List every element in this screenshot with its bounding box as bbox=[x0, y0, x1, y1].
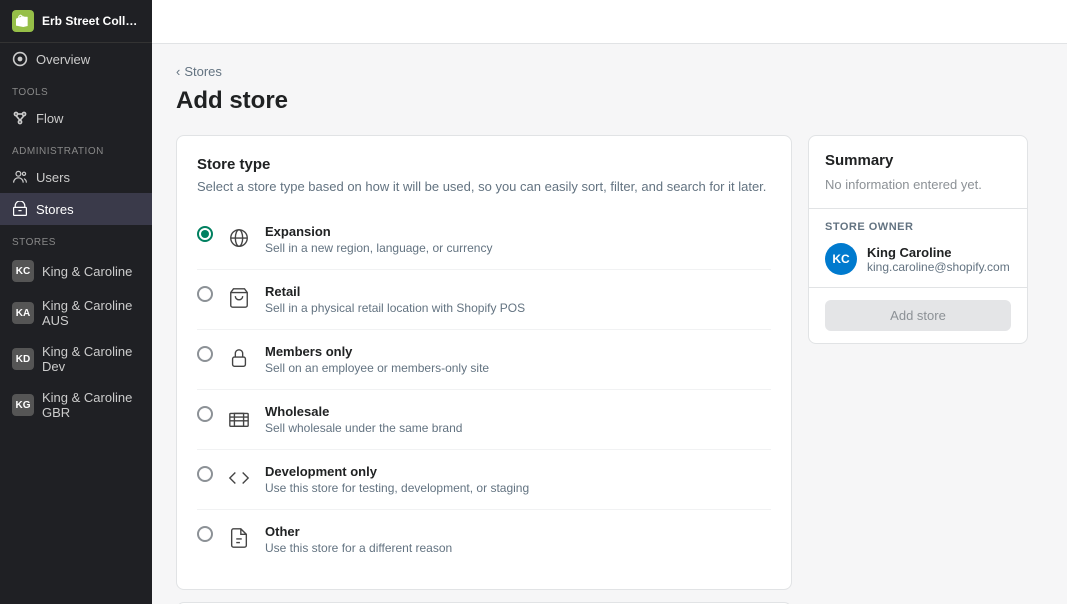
other-title: Other bbox=[265, 524, 771, 539]
summary-card: Summary No information entered yet. STOR… bbox=[808, 135, 1028, 344]
retail-icon bbox=[225, 284, 253, 312]
retail-desc: Sell in a physical retail location with … bbox=[265, 301, 771, 315]
users-label: Users bbox=[36, 170, 70, 185]
option-members[interactable]: Members only Sell on an employee or memb… bbox=[197, 330, 771, 390]
sidebar-item-kg[interactable]: KG King & Caroline GBR bbox=[0, 382, 152, 428]
kg-badge: KG bbox=[12, 394, 34, 416]
radio-expansion[interactable] bbox=[197, 226, 213, 242]
option-wholesale[interactable]: Wholesale Sell wholesale under the same … bbox=[197, 390, 771, 450]
development-content: Development only Use this store for test… bbox=[265, 464, 771, 495]
sidebar-header: Erb Street Collective bbox=[0, 0, 152, 43]
development-title: Development only bbox=[265, 464, 771, 479]
radio-wholesale[interactable] bbox=[197, 406, 213, 422]
members-title: Members only bbox=[265, 344, 771, 359]
top-bar bbox=[152, 0, 1067, 44]
members-icon bbox=[225, 344, 253, 372]
radio-other[interactable] bbox=[197, 526, 213, 542]
admin-section-label: ADMINISTRATION bbox=[0, 138, 152, 161]
sidebar-item-kd[interactable]: KD King & Caroline Dev bbox=[0, 336, 152, 382]
stores-icon bbox=[12, 201, 28, 217]
store-type-title: Store type bbox=[197, 156, 771, 173]
flow-icon bbox=[12, 110, 28, 126]
kd-label: King & Caroline Dev bbox=[42, 344, 140, 374]
flow-label: Flow bbox=[36, 111, 63, 126]
option-retail[interactable]: Retail Sell in a physical retail locatio… bbox=[197, 270, 771, 330]
expansion-icon bbox=[225, 224, 253, 252]
owner-details: King Caroline king.caroline@shopify.com bbox=[867, 245, 1010, 274]
option-development[interactable]: Development only Use this store for test… bbox=[197, 450, 771, 510]
wholesale-title: Wholesale bbox=[265, 404, 771, 419]
sidebar-item-overview[interactable]: Overview bbox=[0, 43, 152, 75]
avatar: KC bbox=[825, 243, 857, 275]
expansion-content: Expansion Sell in a new region, language… bbox=[265, 224, 771, 255]
other-icon bbox=[225, 524, 253, 552]
radio-members[interactable] bbox=[197, 346, 213, 362]
owner-name: King Caroline bbox=[867, 245, 1010, 260]
page-title: Add store bbox=[176, 87, 1028, 115]
left-column: Store type Select a store type based on … bbox=[176, 135, 792, 604]
wholesale-content: Wholesale Sell wholesale under the same … bbox=[265, 404, 771, 435]
sidebar: Erb Street Collective Overview TOOLS Flo… bbox=[0, 0, 152, 604]
development-icon bbox=[225, 464, 253, 492]
retail-title: Retail bbox=[265, 284, 771, 299]
content-grid: Store type Select a store type based on … bbox=[176, 135, 1028, 604]
retail-content: Retail Sell in a physical retail locatio… bbox=[265, 284, 771, 315]
members-desc: Sell on an employee or members-only site bbox=[265, 361, 771, 375]
kc-label: King & Caroline bbox=[42, 264, 132, 279]
breadcrumb[interactable]: ‹ Stores bbox=[176, 64, 1028, 79]
radio-retail[interactable] bbox=[197, 286, 213, 302]
kd-badge: KD bbox=[12, 348, 34, 370]
ka-label: King & Caroline AUS bbox=[42, 298, 140, 328]
stores-section-label: STORES bbox=[0, 229, 152, 252]
users-icon bbox=[12, 169, 28, 185]
store-type-card: Store type Select a store type based on … bbox=[176, 135, 792, 590]
sidebar-item-flow[interactable]: Flow bbox=[0, 102, 152, 134]
owner-info: KC King Caroline king.caroline@shopify.c… bbox=[825, 243, 1011, 275]
ka-badge: KA bbox=[12, 302, 34, 324]
breadcrumb-parent: Stores bbox=[184, 64, 222, 79]
other-content: Other Use this store for a different rea… bbox=[265, 524, 771, 555]
store-owner-label: STORE OWNER bbox=[825, 221, 1011, 233]
other-desc: Use this store for a different reason bbox=[265, 541, 771, 555]
add-store-button[interactable]: Add store bbox=[825, 300, 1011, 331]
right-column: Summary No information entered yet. STOR… bbox=[808, 135, 1028, 344]
store-owner-section: STORE OWNER KC King Caroline king.caroli… bbox=[809, 209, 1027, 287]
page-content: ‹ Stores Add store Store type Select a s… bbox=[152, 44, 1052, 604]
owner-email: king.caroline@shopify.com bbox=[867, 260, 1010, 274]
overview-icon bbox=[12, 51, 28, 67]
summary-empty: No information entered yet. bbox=[809, 177, 1027, 208]
option-other[interactable]: Other Use this store for a different rea… bbox=[197, 510, 771, 569]
tools-section-label: TOOLS bbox=[0, 79, 152, 102]
development-desc: Use this store for testing, development,… bbox=[265, 481, 771, 495]
store-name-label: Erb Street Collective bbox=[42, 14, 140, 28]
sidebar-item-kc[interactable]: KC King & Caroline bbox=[0, 252, 152, 290]
main-content: ‹ Stores Add store Store type Select a s… bbox=[152, 0, 1067, 604]
expansion-title: Expansion bbox=[265, 224, 771, 239]
kg-label: King & Caroline GBR bbox=[42, 390, 140, 420]
wholesale-desc: Sell wholesale under the same brand bbox=[265, 421, 771, 435]
members-content: Members only Sell on an employee or memb… bbox=[265, 344, 771, 375]
option-expansion[interactable]: Expansion Sell in a new region, language… bbox=[197, 210, 771, 270]
radio-development[interactable] bbox=[197, 466, 213, 482]
breadcrumb-chevron: ‹ bbox=[176, 64, 180, 79]
sidebar-item-stores[interactable]: Stores bbox=[0, 193, 152, 225]
shopify-logo bbox=[12, 10, 34, 32]
wholesale-icon bbox=[225, 404, 253, 432]
store-type-description: Select a store type based on how it will… bbox=[197, 179, 771, 194]
sidebar-item-ka[interactable]: KA King & Caroline AUS bbox=[0, 290, 152, 336]
sidebar-item-users[interactable]: Users bbox=[0, 161, 152, 193]
stores-label: Stores bbox=[36, 202, 74, 217]
summary-divider-2 bbox=[809, 287, 1027, 288]
summary-title: Summary bbox=[809, 136, 1027, 177]
overview-label: Overview bbox=[36, 52, 90, 67]
expansion-desc: Sell in a new region, language, or curre… bbox=[265, 241, 771, 255]
kc-badge: KC bbox=[12, 260, 34, 282]
